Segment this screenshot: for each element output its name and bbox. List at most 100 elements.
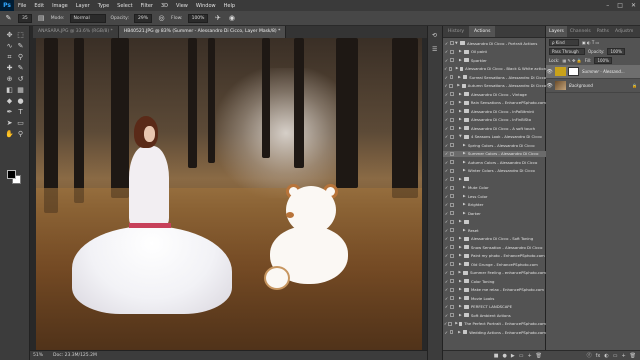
menu-3d[interactable]: 3D: [157, 3, 172, 9]
history-panel-icon[interactable]: ⟲: [432, 32, 437, 39]
layer-row-background[interactable]: 👁 Background 🔒: [546, 79, 640, 93]
brush-size-picker[interactable]: 35: [18, 13, 32, 23]
toggle-checkmark-icon[interactable]: ✓: [444, 126, 449, 131]
menu-image[interactable]: Image: [48, 3, 72, 9]
eyedropper-tool-icon[interactable]: ⚲: [16, 53, 25, 62]
dialog-toggle-box[interactable]: [450, 160, 454, 165]
visibility-eye-icon[interactable]: 👁: [546, 69, 553, 75]
toggle-checkmark-icon[interactable]: ✓: [444, 185, 449, 190]
toggle-checkmark-icon[interactable]: ✓: [444, 143, 449, 148]
adjustment-button[interactable]: ◐: [604, 353, 608, 359]
action-row[interactable]: ✓ ▶ Mute Color: [443, 185, 546, 192]
collapsed-triangle-icon[interactable]: ▶: [459, 219, 463, 224]
collapsed-triangle-icon[interactable]: ▶: [459, 287, 463, 292]
expanded-triangle-icon[interactable]: ▼: [455, 41, 459, 46]
toggle-checkmark-icon[interactable]: ✓: [444, 177, 449, 182]
new-set-button[interactable]: ▭: [519, 353, 524, 359]
dialog-toggle-box[interactable]: [450, 228, 454, 233]
dialog-toggle-box[interactable]: [450, 109, 454, 114]
collapsed-triangle-icon[interactable]: ▶: [463, 143, 467, 148]
collapsed-triangle-icon[interactable]: ▶: [463, 211, 467, 216]
blend-mode-select[interactable]: Pass Through: [549, 48, 585, 55]
tab-actions[interactable]: Actions: [469, 26, 496, 37]
toggle-checkmark-icon[interactable]: ✓: [444, 83, 448, 88]
fx-button[interactable]: fx: [596, 353, 601, 359]
new-group-button[interactable]: ▭: [613, 353, 618, 359]
toggle-checkmark-icon[interactable]: ✓: [444, 296, 449, 301]
airbrush-icon[interactable]: ✈: [213, 14, 222, 23]
collapsed-triangle-icon[interactable]: ▶: [459, 100, 463, 105]
toggle-checkmark-icon[interactable]: ✓: [444, 75, 449, 80]
menu-select[interactable]: Select: [113, 3, 136, 9]
toggle-checkmark-icon[interactable]: ✓: [444, 279, 449, 284]
dialog-toggle-box[interactable]: [450, 143, 454, 148]
action-row[interactable]: ✓ ▶ Wedding Actions - EnhancePSphoto.com: [443, 329, 546, 336]
dialog-toggle-box[interactable]: [450, 262, 454, 267]
zoom-level[interactable]: 51%: [33, 353, 43, 358]
dialog-toggle-box[interactable]: [450, 279, 454, 284]
toggle-checkmark-icon[interactable]: ✓: [444, 202, 449, 207]
menu-type[interactable]: Type: [94, 3, 113, 9]
play-button[interactable]: ▶: [511, 353, 515, 359]
shape-tool-icon[interactable]: ▭: [16, 119, 25, 128]
filter-icons[interactable]: ▣ ◐ T ▭: [582, 40, 599, 45]
dialog-toggle-box[interactable]: [450, 126, 454, 131]
dialog-toggle-box[interactable]: [450, 287, 454, 292]
action-row[interactable]: ✓ ▶: [443, 219, 546, 226]
toggle-checkmark-icon[interactable]: ✓: [444, 194, 449, 199]
pen-tool-icon[interactable]: ✒: [5, 108, 14, 117]
collapsed-triangle-icon[interactable]: ▶: [463, 168, 467, 173]
document-tab-anasara[interactable]: ANASARA.JPG @ 33.6% (RGB/8) *: [33, 26, 119, 38]
action-row[interactable]: ✓ ▶ Winter Colors - Alessandro Di Cicco: [443, 168, 546, 175]
dialog-toggle-box[interactable]: [450, 92, 454, 97]
link-layers-button[interactable]: ⓕ: [587, 352, 592, 359]
action-row[interactable]: ✓ ▶ Snow Sensation - Alessandro Di Cicco: [443, 244, 546, 251]
document-size[interactable]: Doc: 23.3M/125.2M: [53, 353, 97, 358]
maximize-button[interactable]: □: [617, 2, 623, 9]
collapsed-triangle-icon[interactable]: ▶: [459, 270, 463, 275]
zoom-tool-icon[interactable]: ⚲: [16, 130, 25, 139]
blur-tool-icon[interactable]: ◆: [5, 97, 14, 106]
toggle-checkmark-icon[interactable]: ✓: [444, 134, 449, 139]
collapsed-triangle-icon[interactable]: ▶: [459, 245, 463, 250]
action-row[interactable]: ✓ ▶ Alessandro Di Cicco - A soft touch: [443, 125, 546, 132]
delete-layer-button[interactable]: 🗑: [630, 353, 636, 359]
collapsed-triangle-icon[interactable]: ▶: [459, 304, 463, 309]
action-row[interactable]: ✓ ▶: [443, 176, 546, 183]
document-image[interactable]: [36, 38, 422, 350]
toggle-checkmark-icon[interactable]: ✓: [444, 211, 449, 216]
dialog-toggle-box[interactable]: [449, 100, 454, 105]
layer-mask-thumbnail[interactable]: [568, 67, 579, 76]
collapsed-triangle-icon[interactable]: ▶: [459, 126, 463, 131]
toggle-checkmark-icon[interactable]: ✓: [444, 58, 449, 63]
action-row[interactable]: ✓ ▼ 4 Seasons Look - Alessandro Di Cicco: [443, 134, 546, 141]
action-row[interactable]: ✓ ▶ Brighter: [443, 202, 546, 209]
document-tab-active[interactable]: HB40521.JPG @ 83% (Summer - Alessandro D…: [118, 26, 287, 38]
delete-action-button[interactable]: 🗑: [536, 353, 542, 359]
canvas-area[interactable]: [30, 38, 427, 350]
toggle-checkmark-icon[interactable]: ✓: [444, 100, 449, 105]
dialog-toggle-box[interactable]: [450, 49, 454, 54]
expanded-triangle-icon[interactable]: ▼: [459, 134, 463, 139]
toggle-checkmark-icon[interactable]: ✓: [444, 160, 449, 165]
dodge-tool-icon[interactable]: ●: [16, 97, 25, 106]
toggle-checkmark-icon[interactable]: ✓: [444, 313, 449, 318]
toggle-checkmark-icon[interactable]: ✓: [444, 109, 449, 114]
collapsed-triangle-icon[interactable]: ▶: [459, 109, 463, 114]
eraser-tool-icon[interactable]: ◧: [5, 86, 14, 95]
dialog-toggle-box[interactable]: [450, 41, 454, 46]
action-row[interactable]: ✓ ▶ Summer Colors - Alessandro Di Cicco: [443, 150, 546, 157]
action-row[interactable]: ✓ ▶ Summer Feeling - enhancePSphoto.com: [443, 270, 546, 277]
toggle-checkmark-icon[interactable]: ✓: [444, 117, 449, 122]
record-button[interactable]: ●: [502, 353, 506, 359]
toggle-checkmark-icon[interactable]: ✓: [444, 66, 448, 71]
toggle-checkmark-icon[interactable]: ✓: [444, 270, 449, 275]
flow-input[interactable]: 100%: [187, 13, 209, 23]
dialog-toggle-box[interactable]: [450, 236, 454, 241]
collapsed-triangle-icon[interactable]: ▶: [459, 117, 463, 122]
toggle-checkmark-icon[interactable]: ✓: [444, 330, 449, 335]
toggle-checkmark-icon[interactable]: ✓: [444, 236, 449, 241]
action-row[interactable]: ✓ ▶ Alessandro Di Cicco - InPaBitmint: [443, 108, 546, 115]
toggle-checkmark-icon[interactable]: ✓: [444, 228, 449, 233]
action-row[interactable]: ✓ ▶ Paint my photo - EnhancePSphoto.com: [443, 253, 546, 260]
